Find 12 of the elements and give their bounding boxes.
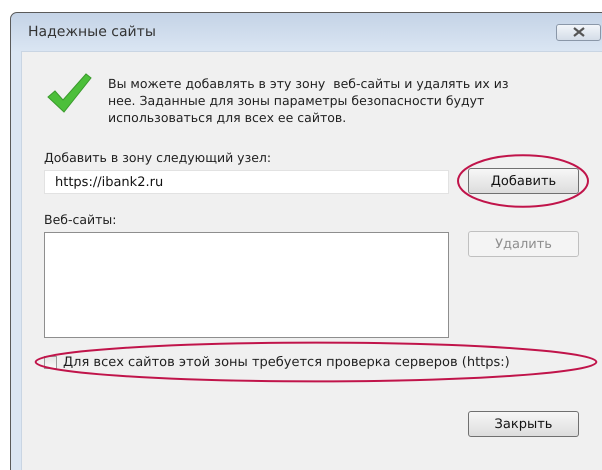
close-button[interactable] xyxy=(556,24,601,40)
window-title: Надежные сайты xyxy=(28,24,156,40)
info-text: Вы можете добавлять в эту зону веб-сайты и удалять их из нее. Заданные для зоны параметры безопасности будут использоваться для всех ее сайтов. xyxy=(108,75,510,126)
list-label: Веб-сайты: xyxy=(44,212,118,227)
add-button[interactable]: Добавить xyxy=(468,168,579,194)
checkbox-label: Для всех сайтов этой зоны требуется проверка серверов (https:) xyxy=(63,355,510,370)
close-dialog-button[interactable]: Закрыть xyxy=(468,411,579,437)
url-field[interactable]: https://ibank2.ru xyxy=(44,170,449,194)
close-icon xyxy=(570,27,586,37)
checkmark-icon xyxy=(46,72,92,114)
websites-list[interactable] xyxy=(44,232,449,338)
field-label: Добавить в зону следующий узел: xyxy=(44,150,272,165)
